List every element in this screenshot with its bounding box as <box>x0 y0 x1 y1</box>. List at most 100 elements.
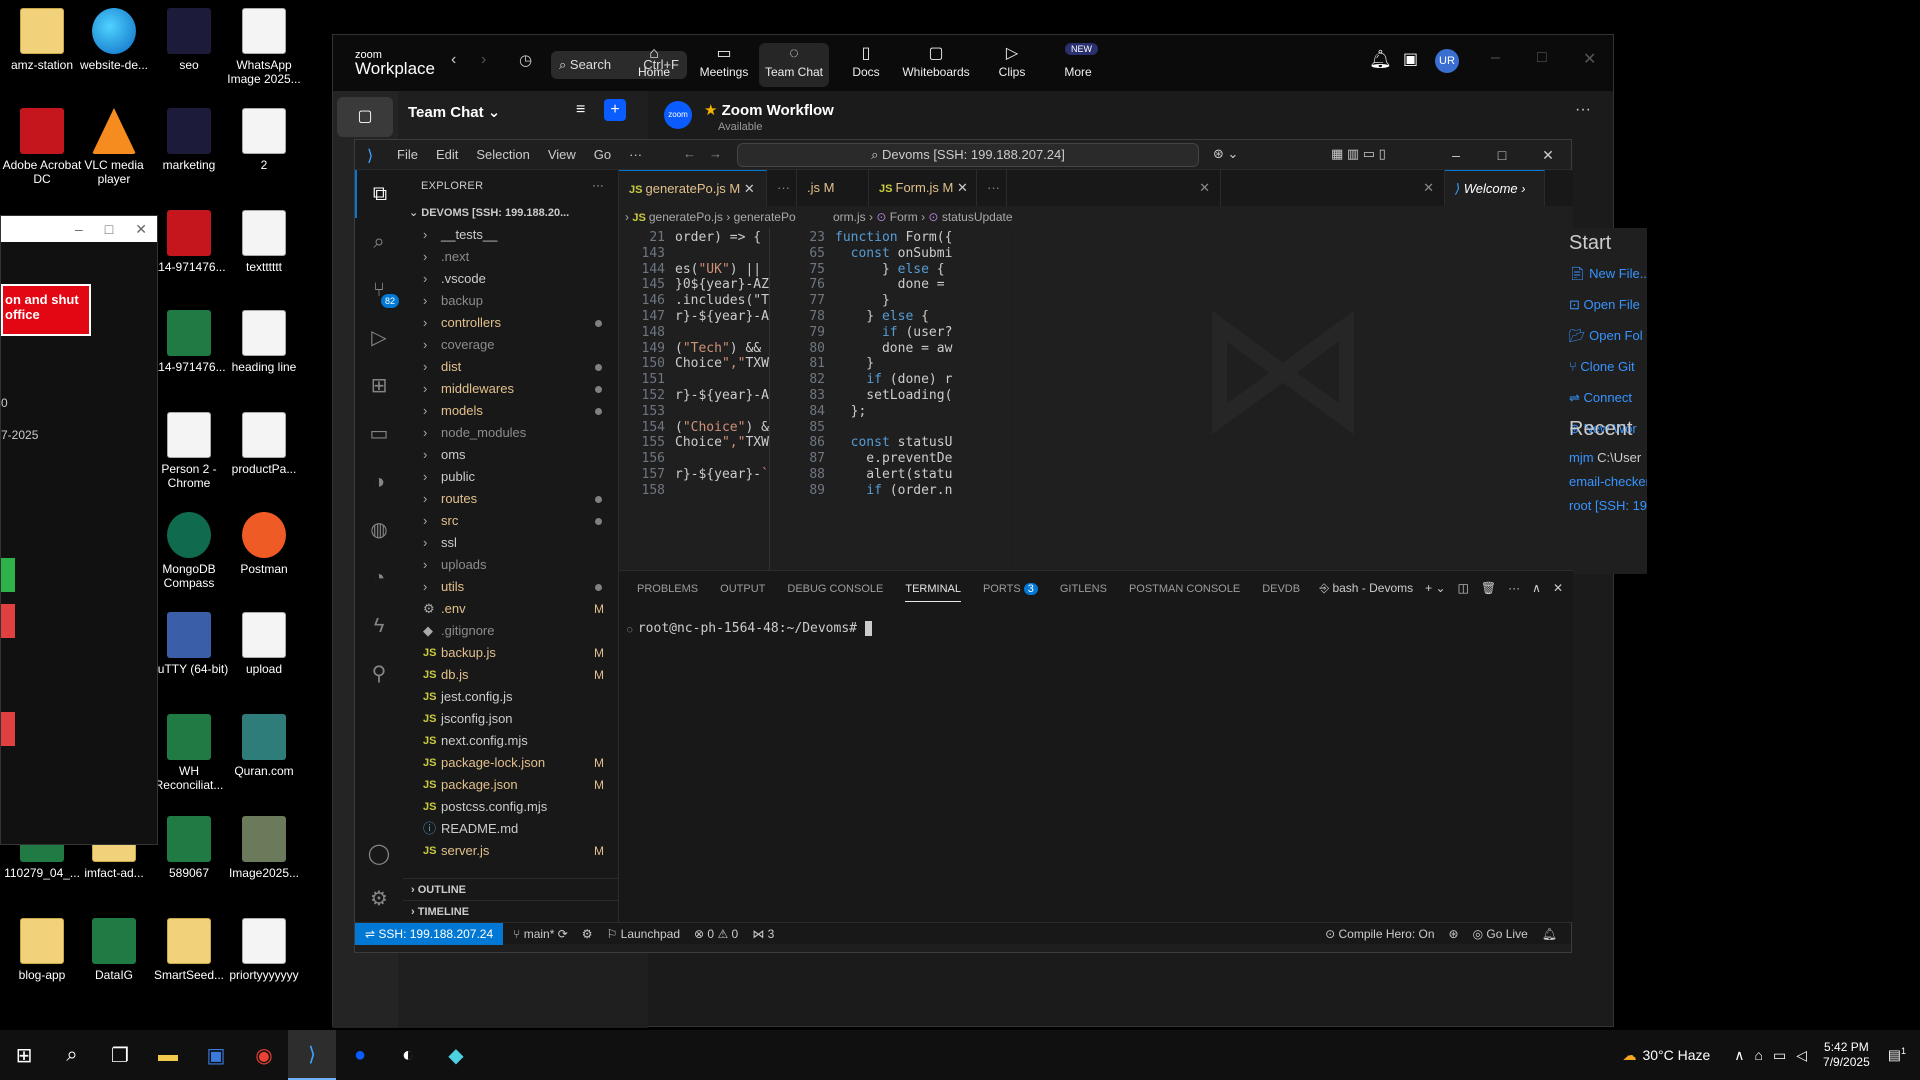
welcome-link[interactable]: 📂︎ Open Fol <box>1569 328 1643 344</box>
tab-generatepo[interactable]: JS generatePo.js M ✕ <box>619 170 767 206</box>
tree-item[interactable]: › node_modules <box>403 422 618 444</box>
maximize-icon[interactable]: □ <box>105 221 113 237</box>
zoom-nav-docs[interactable]: ▯ Docs <box>831 43 901 87</box>
volume-icon[interactable]: ◁ <box>1796 1047 1807 1064</box>
tree-item[interactable]: › dist <box>403 356 618 378</box>
tree-item[interactable]: › __tests__ <box>403 224 618 246</box>
recent-item[interactable]: email-checker <box>1569 474 1647 489</box>
split-terminal-icon[interactable]: ◫ <box>1458 581 1469 596</box>
desktop-icon[interactable]: website-de... <box>72 8 156 72</box>
ports-indicator[interactable]: ⋈ 3 <box>752 927 774 941</box>
explorer-icon[interactable]: ⧉ <box>355 170 403 218</box>
monitor-icon[interactable]: ▭ <box>1773 1047 1786 1064</box>
maximize-icon[interactable]: □ <box>1479 140 1525 170</box>
vscode-taskbar-icon[interactable]: ⟩ <box>288 1030 336 1080</box>
forward-arrow-icon[interactable]: → <box>709 146 722 161</box>
account-icon[interactable]: ◯ <box>355 830 403 878</box>
close-icon[interactable]: ✕ <box>1583 49 1596 69</box>
desktop-icon[interactable]: marketing <box>147 108 231 172</box>
back-arrow-icon[interactable]: ← <box>683 146 696 161</box>
close-icon[interactable]: ✕ <box>1525 140 1571 170</box>
tree-item[interactable]: › utils <box>403 576 618 598</box>
recent-item[interactable]: root [SSH: 19 <box>1569 498 1647 513</box>
zoom-nav-home[interactable]: ⌂ Home <box>619 43 689 87</box>
welcome-link[interactable]: ⑂ Clone Git <box>1569 359 1635 374</box>
menu-item[interactable]: File <box>397 147 418 162</box>
maximize-icon[interactable]: □ <box>1537 49 1547 67</box>
sync-icon[interactable]: ⚙ <box>582 927 593 941</box>
tree-item[interactable]: JS server.js M <box>403 840 618 862</box>
panel-tab-terminal[interactable]: TERMINAL <box>905 583 961 602</box>
task-view-icon[interactable]: ❐ <box>96 1030 144 1080</box>
tree-item[interactable]: › controllers <box>403 312 618 334</box>
more-icon[interactable]: ··· <box>1575 101 1591 119</box>
tree-item[interactable]: › coverage <box>403 334 618 356</box>
tab-welcome[interactable]: ⟩ Welcome › <box>1445 170 1545 206</box>
layout-icons[interactable]: ▦ ▥ ▭ ▯ <box>1331 146 1386 162</box>
add-terminal-icon[interactable]: + ⌄ <box>1425 581 1445 596</box>
weather-icon[interactable]: ☁ <box>1622 1047 1636 1064</box>
tree-item[interactable]: JS jest.config.js <box>403 686 618 708</box>
clock[interactable]: 5:42 PM 7/9/2025 <box>1823 1040 1870 1070</box>
minimap[interactable] <box>769 228 797 574</box>
welcome-link[interactable]: 📄︎ New File... <box>1569 266 1647 282</box>
editor-pane-form[interactable]: 23 function Form({65 const onSubmi 75 } el… <box>799 228 1011 574</box>
tree-item[interactable]: › src <box>403 510 618 532</box>
desktop-icon[interactable]: Postman <box>222 512 306 576</box>
tree-item[interactable]: › ssl <box>403 532 618 554</box>
desktop-icon[interactable]: Quran.com <box>222 714 306 778</box>
team-chat-title[interactable]: Team Chat ⌄ <box>408 103 500 121</box>
zoom-taskbar-icon[interactable]: ● <box>336 1030 384 1080</box>
app-taskbar-icon[interactable]: ◆ <box>432 1030 480 1080</box>
tree-item[interactable]: › models <box>403 400 618 422</box>
desktop-icon[interactable]: 114-971476... <box>147 210 231 274</box>
shutdown-button[interactable]: on and shut office <box>1 284 91 336</box>
desktop-icon[interactable]: WhatsApp Image 2025... <box>222 8 306 86</box>
panel-tab-devdb[interactable]: DEVDB <box>1262 583 1300 595</box>
tree-item[interactable]: › public <box>403 466 618 488</box>
zoom-nav-clips[interactable]: ▷ Clips <box>977 43 1047 87</box>
gitlens-icon[interactable]: ◑ <box>355 458 403 506</box>
panel-tab-ports[interactable]: PORTS 3 <box>983 583 1038 595</box>
forward-icon[interactable]: › <box>481 51 486 69</box>
branch-indicator[interactable]: ⑂ main* ⟳ <box>513 927 568 941</box>
tree-item[interactable]: ◆ .gitignore <box>403 620 618 642</box>
chrome-icon[interactable]: ◉ <box>240 1030 288 1080</box>
filter-icon[interactable]: ≡ <box>576 101 585 119</box>
tree-item[interactable]: › .next <box>403 246 618 268</box>
desktop-icon[interactable]: Image2025... <box>222 816 306 880</box>
desktop-icon[interactable]: seo <box>147 8 231 72</box>
weather-text[interactable]: 30°C Haze <box>1642 1047 1710 1063</box>
remote-ssh-indicator[interactable]: ⇌ SSH: 199.188.207.24 <box>355 922 504 945</box>
editor-pane-generatepo[interactable]: 21 order) => {143 144 es("UK") || dis 145}0$… <box>619 228 797 574</box>
tree-item[interactable]: JS package.json M <box>403 774 618 796</box>
network-icon[interactable]: ⌂ <box>1755 1047 1763 1063</box>
desktop-icon[interactable]: 2 <box>222 108 306 172</box>
compile-hero-item[interactable]: ⊙ Compile Hero: On <box>1325 927 1434 941</box>
source-control-icon[interactable]: ⑂ 82 <box>355 266 403 314</box>
desktop-icon[interactable]: DataIG <box>72 918 156 982</box>
panel-tab-debug-console[interactable]: DEBUG CONSOLE <box>787 583 883 595</box>
desktop-icon[interactable]: upload <box>222 612 306 676</box>
launchpad-item[interactable]: ⚐ Launchpad <box>607 927 680 941</box>
panel-tab-postman-console[interactable]: POSTMAN CONSOLE <box>1129 583 1240 595</box>
more-icon[interactable]: ··· <box>1508 581 1520 596</box>
calendar-icon[interactable]: ▣ <box>1403 49 1418 69</box>
back-icon[interactable]: ‹ <box>451 51 456 69</box>
menu-item[interactable]: View <box>548 147 576 162</box>
tree-item[interactable]: › middlewares <box>403 378 618 400</box>
run-debug-icon[interactable]: ▷ <box>355 314 403 362</box>
welcome-link[interactable]: ⊡ Open File <box>1569 297 1640 313</box>
notifications-icon[interactable]: ▤1 <box>1888 1046 1906 1064</box>
thunder-icon[interactable]: ϟ <box>355 602 403 650</box>
tab-second[interactable]: .js M <box>797 170 869 206</box>
extensions-icon[interactable]: ⊞ <box>355 362 403 410</box>
menu-item[interactable]: ··· <box>629 147 642 162</box>
menu-item[interactable]: Selection <box>476 147 529 162</box>
zoom-nav-team-chat[interactable]: ◌ Team Chat <box>759 43 829 87</box>
outline-section[interactable]: › OUTLINE <box>403 878 618 900</box>
close-panel-icon[interactable]: ✕ <box>1553 581 1563 596</box>
panel-tab-output[interactable]: OUTPUT <box>720 583 765 595</box>
tab-form[interactable]: JS Form.js M ✕ <box>869 170 977 206</box>
close-icon[interactable]: ✕ <box>957 180 968 195</box>
